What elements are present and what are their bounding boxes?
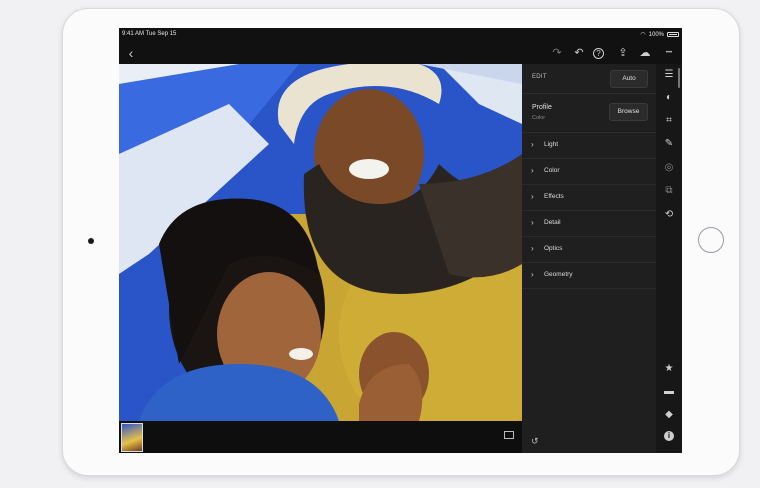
top-toolbar: ‹ ↷ ↶ ? ⇪ ☁ •••	[119, 42, 682, 64]
section-label: Geometry	[544, 271, 573, 278]
back-icon[interactable]: ‹	[123, 45, 139, 61]
profile-row: Profile Color Browse	[522, 94, 656, 133]
profile-label: Profile	[532, 104, 552, 111]
home-button[interactable]	[698, 227, 724, 253]
section-effects[interactable]: › Effects	[522, 184, 656, 211]
undo-icon[interactable]: ↶	[571, 45, 587, 61]
chevron-right-icon: ›	[531, 192, 534, 201]
status-bar: 9:41 AM Tue Sep 15 ◠ 100%	[119, 28, 682, 42]
healing-icon[interactable]: ◎	[661, 161, 677, 175]
reset-icon[interactable]: ↺	[531, 436, 539, 447]
browse-button[interactable]: Browse	[609, 103, 648, 121]
help-icon[interactable]: ?	[593, 48, 604, 59]
front-camera	[88, 238, 94, 244]
battery-icon	[667, 32, 679, 37]
auto-button[interactable]: Auto	[610, 70, 648, 88]
section-label: Light	[544, 141, 559, 148]
section-label: Effects	[544, 193, 564, 200]
redo-icon[interactable]: ↷	[549, 45, 565, 61]
cloud-icon[interactable]: ☁	[637, 45, 653, 61]
status-time: 9:41 AM Tue Sep 15	[122, 31, 177, 37]
section-label: Detail	[544, 219, 561, 226]
tag-icon[interactable]: ◆	[661, 408, 677, 422]
section-detail[interactable]: › Detail	[522, 210, 656, 237]
section-label: Color	[544, 167, 560, 174]
filmstrip	[119, 421, 522, 453]
section-label: Optics	[544, 245, 563, 252]
presets-icon[interactable]: ◐	[661, 91, 677, 105]
chevron-right-icon: ›	[531, 140, 534, 149]
status-right: ◠ 100%	[640, 31, 679, 38]
tool-rail: ☰ ◐ ⌗ ✎ ◎ ⧉ ⟲ ★ ▬ ◆ i	[656, 64, 682, 453]
chevron-right-icon: ›	[531, 166, 534, 175]
edit-header: EDIT Auto	[522, 64, 656, 94]
edit-panel: EDIT Auto Profile Color Browse › Light ›…	[522, 64, 656, 453]
chevron-right-icon: ›	[531, 270, 534, 279]
photo-canvas[interactable]	[119, 64, 522, 421]
profile-value: Color	[532, 115, 546, 121]
more-icon[interactable]: •••	[661, 45, 677, 61]
crop-icon[interactable]: ⌗	[661, 114, 677, 128]
app-screen: 9:41 AM Tue Sep 15 ◠ 100% ‹ ↷ ↶ ? ⇪ ☁ ••…	[119, 28, 682, 453]
photo-image	[119, 64, 522, 421]
section-optics[interactable]: › Optics	[522, 236, 656, 263]
edit-label: EDIT	[532, 74, 547, 80]
section-color[interactable]: › Color	[522, 158, 656, 185]
filmstrip-toggle-icon[interactable]	[504, 431, 514, 439]
photo-thumbnail[interactable]	[121, 423, 143, 452]
section-geometry[interactable]: › Geometry	[522, 262, 656, 289]
star-icon[interactable]: ★	[661, 362, 677, 376]
history-icon[interactable]: ⟲	[661, 208, 677, 222]
battery-percent: 100%	[648, 31, 664, 38]
chevron-right-icon: ›	[531, 244, 534, 253]
versions-icon[interactable]: ⧉	[661, 184, 677, 198]
section-light[interactable]: › Light	[522, 132, 656, 159]
share-icon[interactable]: ⇪	[615, 45, 631, 61]
wifi-icon: ◠	[640, 32, 646, 38]
brush-icon[interactable]: ✎	[661, 137, 677, 151]
info-icon[interactable]: i	[664, 431, 674, 441]
chevron-right-icon: ›	[531, 218, 534, 227]
rail-scrollbar[interactable]	[678, 68, 680, 88]
sliders-icon[interactable]: ☰	[661, 68, 677, 82]
comment-icon[interactable]: ▬	[661, 385, 677, 399]
